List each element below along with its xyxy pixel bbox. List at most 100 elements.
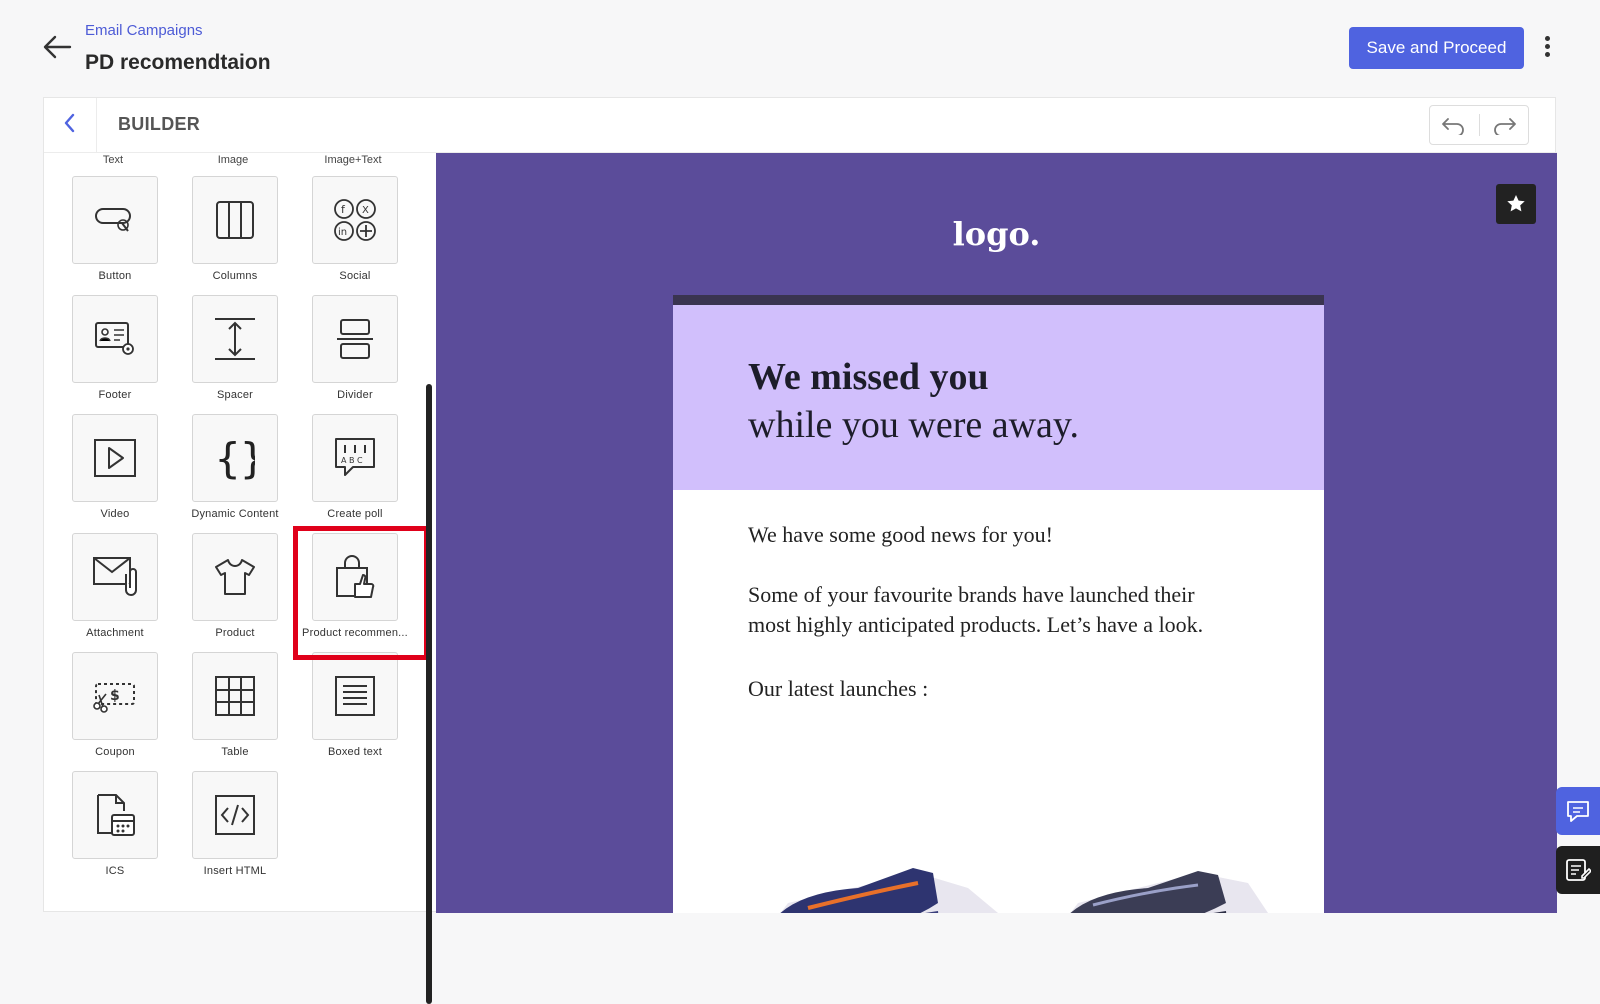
block-insert-html[interactable] <box>192 771 278 859</box>
shoe-image-1 <box>780 868 998 913</box>
hero-subheadline: while you were away. <box>748 404 1079 446</box>
chevron-left-icon <box>64 113 75 133</box>
block-label-ics: ICS <box>105 865 125 877</box>
block-social[interactable]: f Xin <box>312 176 398 264</box>
block-boxed-text[interactable] <box>312 652 398 740</box>
block-label-columns: Columns <box>212 270 258 282</box>
video-play-icon <box>94 439 136 477</box>
redo-icon <box>1493 118 1516 135</box>
star-icon[interactable] <box>1496 184 1536 224</box>
email-hero[interactable]: We missed you while you were away. <box>673 305 1324 490</box>
table-grid-icon <box>215 676 255 716</box>
redo-button[interactable] <box>1480 106 1529 144</box>
block-label-divider: Divider <box>337 389 373 401</box>
palette-top-row-labels: Text Image Image+Text <box>44 153 435 171</box>
collapse-panel-button[interactable] <box>44 98 97 153</box>
shoe-image-2 <box>1070 871 1268 913</box>
code-icon <box>215 795 255 835</box>
block-table[interactable] <box>192 652 278 740</box>
block-label-create-poll: Create poll <box>327 508 383 520</box>
block-label-footer: Footer <box>98 389 132 401</box>
block-label-dynamic-content: Dynamic Content <box>191 508 279 520</box>
top-bar: Email Campaigns PD recomendtaion Save an… <box>0 0 1600 96</box>
latest-launches-heading: Our latest launches : <box>748 676 929 701</box>
svg-text:{}: {} <box>215 435 255 481</box>
block-product[interactable] <box>192 533 278 621</box>
save-and-proceed-button[interactable]: Save and Proceed <box>1349 27 1524 69</box>
email-text-block[interactable]: We have some good news for you! Some of … <box>673 490 1324 704</box>
block-create-poll[interactable]: A B C <box>312 414 398 502</box>
calendar-file-icon <box>97 794 135 836</box>
block-columns[interactable] <box>192 176 278 264</box>
star-shape-icon <box>1507 195 1525 212</box>
block-video[interactable] <box>72 414 158 502</box>
divider-icon <box>337 319 373 359</box>
poll-icon: A B C <box>335 438 375 476</box>
builder-header: BUILDER <box>44 98 1557 153</box>
block-footer[interactable] <box>72 295 158 383</box>
email-logo: logo. <box>952 215 1041 253</box>
breadcrumb-email-campaigns[interactable]: Email Campaigns <box>85 22 203 39</box>
block-label-product: Product <box>215 627 255 639</box>
button-click-icon <box>95 208 131 232</box>
block-label-insert-html: Insert HTML <box>203 865 267 877</box>
chat-icon <box>1567 801 1589 822</box>
block-attachment[interactable] <box>72 533 158 621</box>
email-top-strip <box>673 295 1324 305</box>
block-label-text: Text <box>102 154 124 166</box>
palette-scrollbar[interactable] <box>426 384 432 1004</box>
boxed-text-icon <box>335 676 375 716</box>
block-label-coupon: Coupon <box>95 746 135 758</box>
block-label-video: Video <box>100 508 130 520</box>
svg-text:f: f <box>341 203 346 216</box>
columns-icon <box>216 201 254 239</box>
email-canvas: logo. We missed you while you were away.… <box>436 153 1557 913</box>
block-coupon[interactable]: $ <box>72 652 158 740</box>
builder-panel: BUILDER Text Image Image+Text Button Col… <box>43 97 1557 1004</box>
block-spacer[interactable] <box>192 295 278 383</box>
block-palette: Text Image Image+Text Button Columns f Xi… <box>44 153 435 913</box>
email-body[interactable]: We missed you while you were away. We ha… <box>673 295 1324 913</box>
svg-text:in: in <box>338 227 347 238</box>
builder-title: BUILDER <box>118 114 201 134</box>
block-label-boxed-text: Boxed text <box>328 746 382 758</box>
tshirt-icon <box>215 559 255 595</box>
social-icons-icon: f Xin <box>334 199 376 241</box>
coupon-icon: $ <box>93 683 135 713</box>
block-ics[interactable] <box>72 771 158 859</box>
block-label-table: Table <box>221 746 249 758</box>
paragraph-2: most highly anticipated products. Let’s … <box>748 612 1204 637</box>
footer-icon <box>95 322 134 355</box>
page-title: PD recomendtaion <box>85 51 271 74</box>
block-product-recommendation[interactable] <box>312 533 398 621</box>
block-divider[interactable] <box>312 295 398 383</box>
block-button[interactable] <box>72 176 158 264</box>
block-label-image: Image <box>217 154 249 166</box>
block-label-social: Social <box>339 270 371 282</box>
attachment-icon <box>93 557 137 596</box>
undo-redo-group <box>1429 105 1529 145</box>
spacer-icon <box>215 318 255 360</box>
undo-button[interactable] <box>1430 106 1479 144</box>
curly-braces-icon: {} <box>215 435 255 481</box>
block-dynamic-content[interactable]: {} <box>192 414 278 502</box>
notes-button[interactable] <box>1556 846 1600 894</box>
back-arrow-icon[interactable] <box>40 30 74 64</box>
intro-text: We have some good news for you! <box>748 522 1053 547</box>
svg-text:X: X <box>362 205 369 216</box>
shopping-bag-thumbs-up-icon <box>336 555 375 598</box>
more-options-icon[interactable] <box>1537 33 1557 63</box>
undo-icon <box>1442 118 1465 135</box>
product-images <box>780 868 1268 913</box>
block-label-button: Button <box>98 270 132 282</box>
paragraph-1: Some of your favourite brands have launc… <box>748 582 1195 607</box>
svg-text:A B C: A B C <box>341 456 363 465</box>
block-label-spacer: Spacer <box>216 389 254 401</box>
block-label-product-recommendation: Product recommen... <box>302 627 408 639</box>
chat-support-button[interactable] <box>1556 787 1600 835</box>
block-label-image-text: Image+Text <box>324 154 382 166</box>
block-label-attachment: Attachment <box>86 627 144 639</box>
edit-notes-icon <box>1566 859 1591 881</box>
svg-text:$: $ <box>110 688 120 704</box>
hero-headline: We missed you <box>748 356 989 398</box>
